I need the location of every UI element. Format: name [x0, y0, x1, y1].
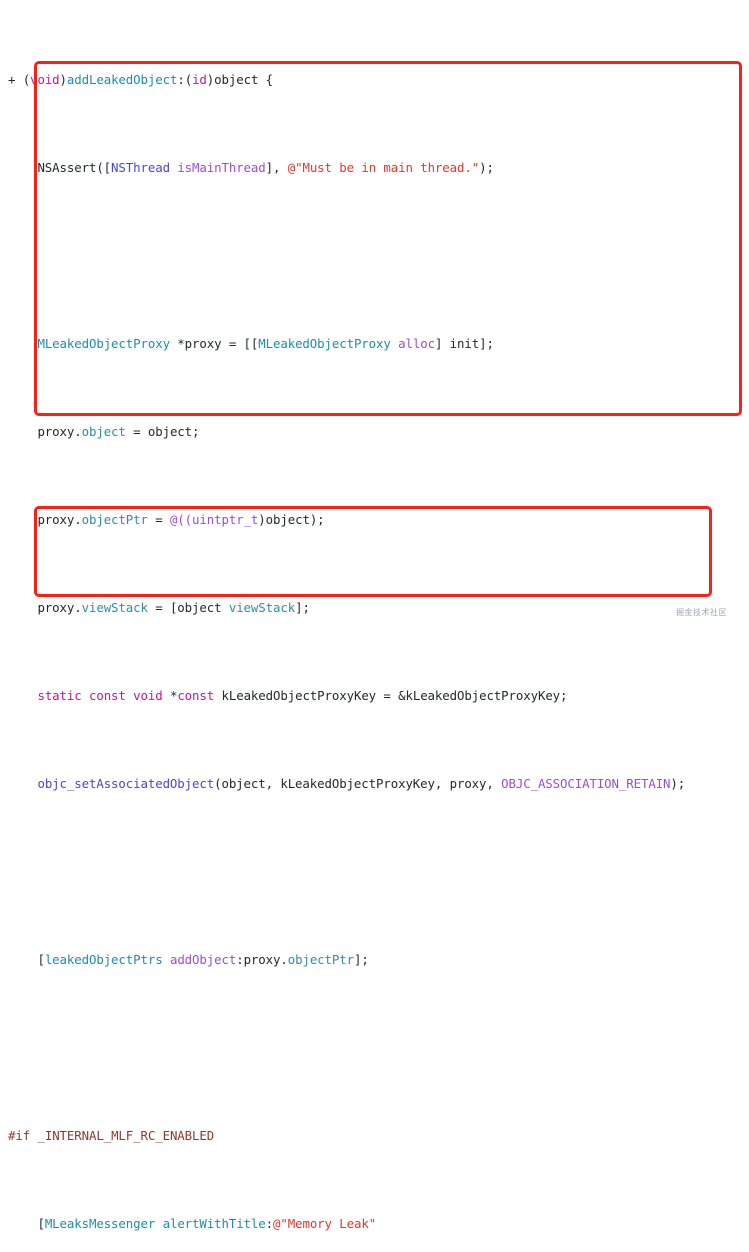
- code-line: NSAssert([NSThread isMainThread], @"Must…: [8, 160, 494, 175]
- code-line: proxy.object = object;: [8, 424, 200, 439]
- code-line: #if _INTERNAL_MLF_RC_ENABLED: [8, 1128, 215, 1143]
- watermark-label: 掘金技术社区: [676, 608, 727, 617]
- code-line: proxy.objectPtr = @((uintptr_t)object);: [8, 512, 325, 527]
- code-line: proxy.viewStack = [object viewStack];: [8, 600, 310, 615]
- code-listing[interactable]: + (void)addLeakedObject:(id)object { NSA…: [0, 3, 749, 1252]
- code-line: MLeakedObjectProxy *proxy = [[MLeakedObj…: [37, 336, 494, 351]
- code-line: [MLeaksMessenger alertWithTitle:@"Memory…: [8, 1216, 377, 1231]
- code-line: objc_setAssociatedObject(object, kLeaked…: [37, 776, 686, 791]
- code-line: static const void *const kLeakedObjectPr…: [37, 688, 568, 703]
- code-editor-surface: + (void)addLeakedObject:(id)object { NSA…: [0, 0, 749, 1231]
- code-line: + (void)addLeakedObject:(id)object {: [8, 72, 274, 87]
- code-line: [leakedObjectPtrs addObject:proxy.object…: [8, 952, 369, 967]
